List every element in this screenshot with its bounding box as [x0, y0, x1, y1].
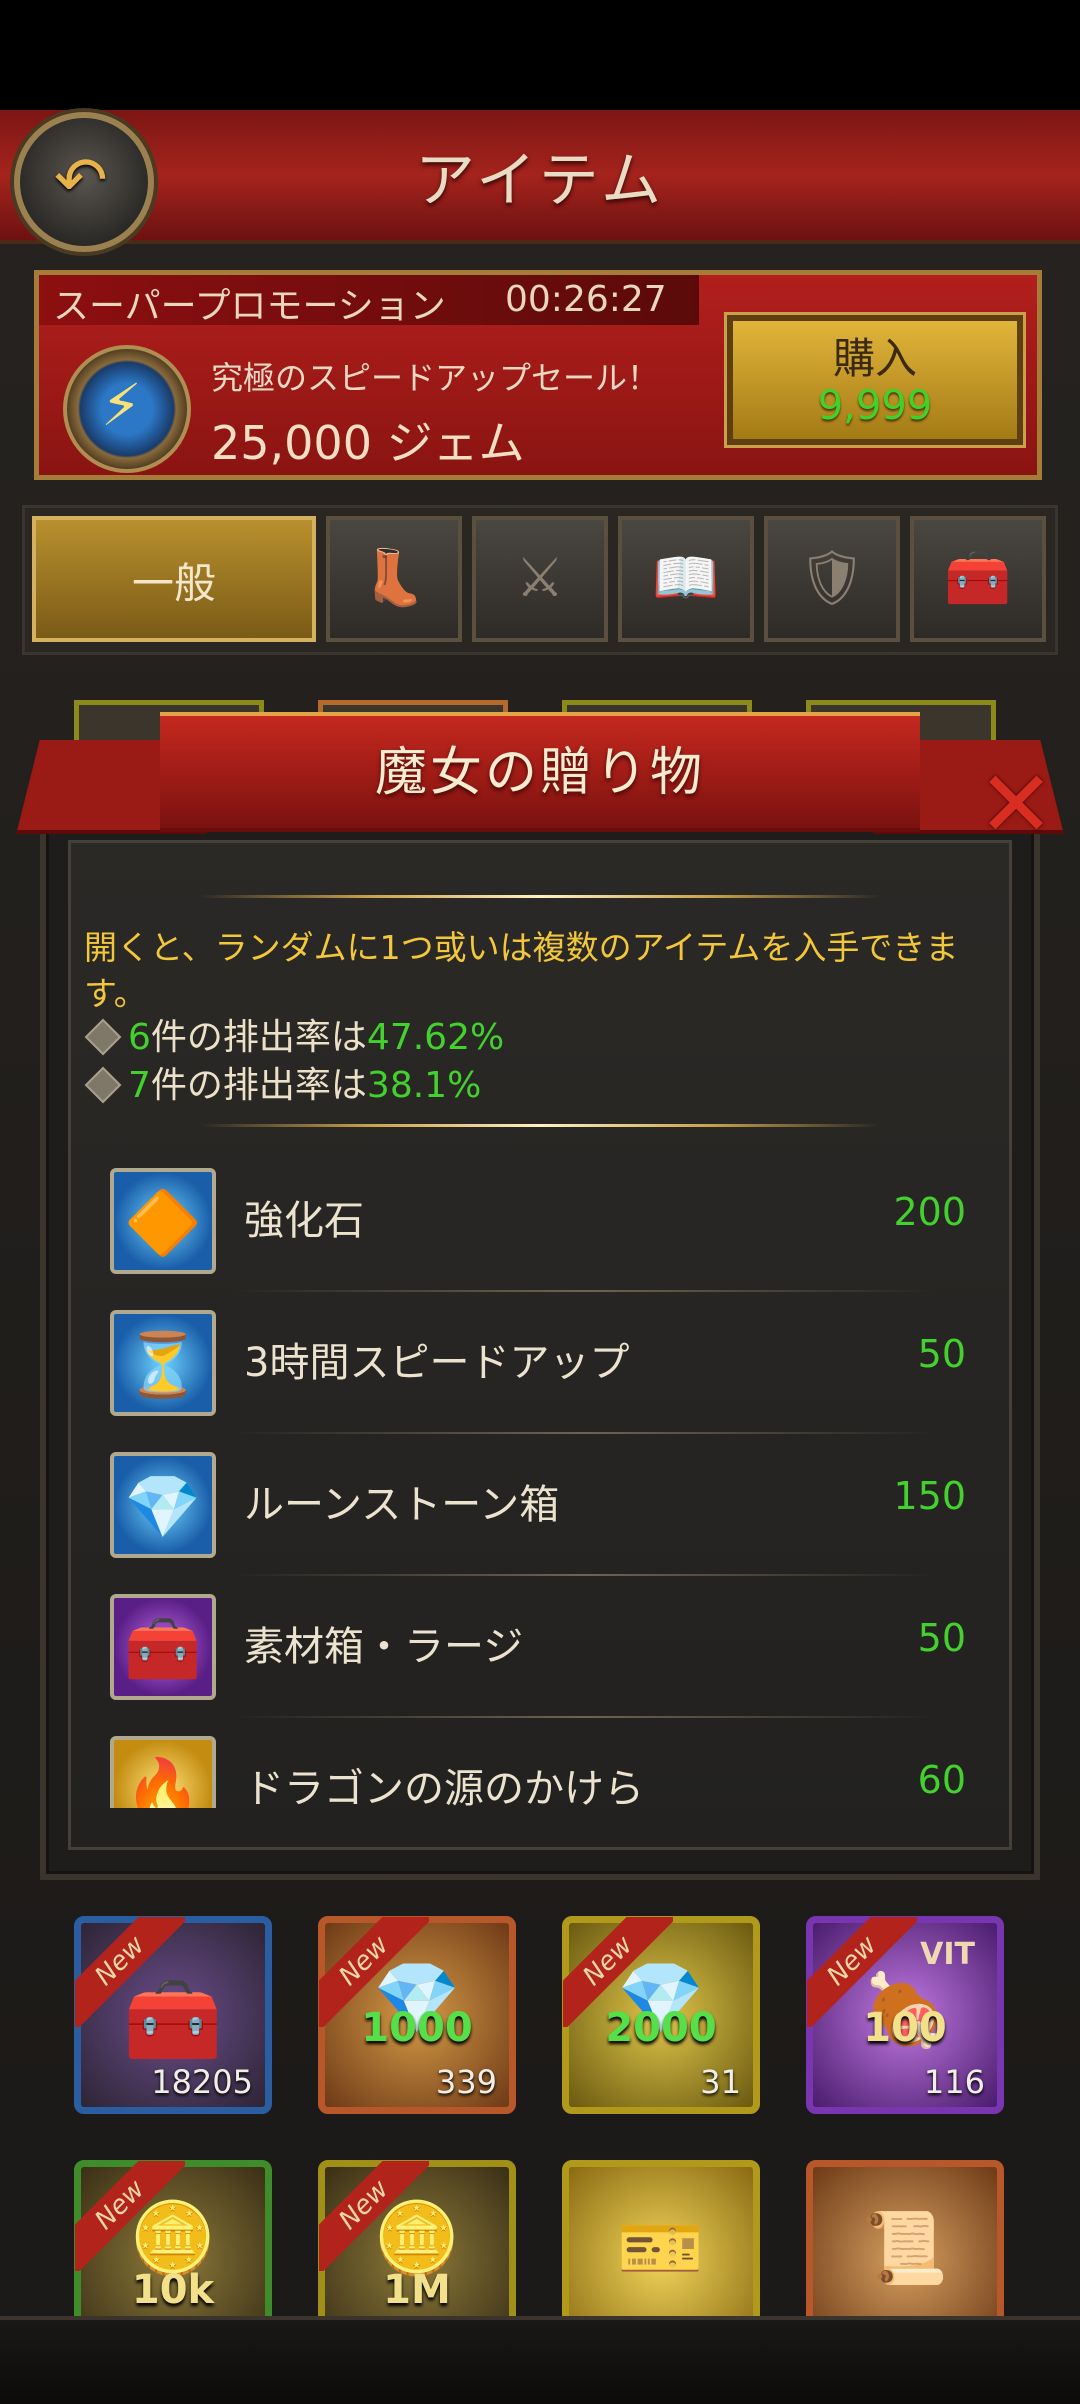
flame-shield-icon: 🛡 [797, 546, 867, 609]
amethyst-chest-icon: 🧰 [123, 1973, 223, 2066]
rune-chest-icon: 💎 [110, 1452, 216, 1558]
slot-count: 31 [700, 2063, 741, 2101]
treasure-chest-icon: 🧰 [110, 1594, 216, 1700]
buy-price: 9,999 [817, 383, 933, 429]
item-name: ドラゴンの源のかけら [244, 1766, 644, 1808]
tab-speedup[interactable]: 👢 [326, 516, 462, 642]
status-bar [0, 0, 1080, 110]
sword-shield-icon: ⚔ [515, 546, 565, 609]
rate-line: 7件の排出率は38.1% [84, 1056, 481, 1108]
tab-general-label: 一般 [131, 559, 216, 608]
boot-icon: 👢 [360, 546, 428, 609]
slot-count: 339 [435, 2063, 497, 2101]
item-count: 200 [893, 1190, 966, 1234]
rate-text: 件の排出率は [150, 1017, 367, 1058]
diamond-bullet-icon [84, 1066, 122, 1104]
enhance-stone-icon: 🔶 [110, 1168, 216, 1274]
tab-books[interactable]: 📖 [618, 516, 754, 642]
promotion-banner: スーパープロモーション 00:26:27 ⚡ 究極のスピードアップセール！ 25… [34, 270, 1042, 480]
close-icon[interactable]: ✕ [976, 759, 1056, 851]
rate-line: 6件の排出率は47.62% [84, 1008, 504, 1060]
tab-crest[interactable]: 🛡 [764, 516, 900, 642]
rate-count: 7 [128, 1065, 151, 1106]
inventory-slot[interactable]: New VIT 🍖 100 116 [806, 1916, 1004, 2114]
tab-combat[interactable]: ⚔ [472, 516, 608, 642]
rate-text: 件の排出率は [150, 1065, 367, 1106]
list-item: 🔶 強化石 200 [84, 1150, 996, 1292]
slot-label: 10k [131, 2267, 215, 2313]
rate-count: 6 [128, 1017, 151, 1058]
item-name: 素材箱・ラージ [244, 1624, 524, 1670]
back-arrow-icon: ↶ [54, 144, 108, 218]
item-count: 150 [893, 1474, 966, 1518]
back-button[interactable]: ↶ [14, 112, 154, 252]
promotion-timer: 00:26:27 [505, 279, 667, 320]
scroll-icon: 📜 [861, 2207, 949, 2289]
slot-tag: VIT [920, 1937, 975, 1972]
item-count: 60 [917, 1758, 966, 1802]
item-name: ルーンストーン箱 [244, 1482, 560, 1528]
slot-label: 1M [383, 2267, 451, 2313]
inventory-slot[interactable]: New 🧰 18205 [74, 1916, 272, 2114]
slot-label: 1000 [361, 2005, 473, 2051]
hourglass-icon: ⏳ [110, 1310, 216, 1416]
promotion-gems: 25,000 ジェム [211, 416, 525, 470]
modal-description: 開くと、ランダムに1つ或いは複数のアイテムを入手できます。 [84, 928, 959, 1013]
inventory-slot[interactable]: New 💎 2000 31 [562, 1916, 760, 2114]
list-item: 💎 ルーンストーン箱 150 [84, 1434, 996, 1576]
page: アイテム ↶ スーパープロモーション 00:26:27 ⚡ 究極のスピードアップ… [0, 0, 1080, 2404]
list-item: 🧰 素材箱・ラージ 50 [84, 1576, 996, 1718]
item-count: 50 [917, 1616, 966, 1660]
speedup-emblem-icon: ⚡ [63, 345, 191, 473]
slot-count: 116 [923, 2063, 985, 2101]
tab-chest[interactable]: 🧰 [910, 516, 1046, 642]
item-name: 強化石 [244, 1198, 364, 1244]
divider [200, 1124, 880, 1127]
promotion-label-bar: スーパープロモーション 00:26:27 [39, 275, 699, 327]
rate-percent: 38.1% [366, 1065, 482, 1106]
ticket-icon: 🎫 [617, 2207, 705, 2289]
slot-count: 18205 [151, 2063, 253, 2101]
list-item: ⏳ 3時間スピードアップ 50 [84, 1292, 996, 1434]
dragon-shard-icon: 🔥 [110, 1736, 216, 1808]
modal-title: 魔女の贈り物 [374, 743, 705, 803]
slot-label: 100 [863, 2005, 947, 2051]
buy-button[interactable]: 購入 9,999 [727, 315, 1023, 445]
header: アイテム [0, 110, 1080, 244]
slot-label: 2000 [605, 2005, 717, 2051]
bottom-bar [0, 2316, 1080, 2404]
chest-icon: 🧰 [944, 546, 1012, 609]
item-count: 50 [917, 1332, 966, 1376]
page-title: アイテム [415, 146, 665, 216]
tab-general[interactable]: 一般 [32, 516, 316, 642]
item-name: 3時間スピードアップ [244, 1340, 630, 1386]
inventory-slot[interactable]: New 💎 1000 339 [318, 1916, 516, 2114]
divider [200, 895, 880, 898]
rate-percent: 47.62% [366, 1017, 505, 1058]
reward-list[interactable]: 🔶 強化石 200 ⏳ 3時間スピードアップ 50 💎 ルーンストーン箱 150… [84, 1150, 996, 1808]
diamond-bullet-icon [84, 1018, 122, 1056]
buy-label: 購入 [832, 334, 917, 383]
promotion-subtitle: 究極のスピードアップセール！ [211, 359, 660, 397]
list-item: 🔥 ドラゴンの源のかけら 60 [84, 1718, 996, 1808]
book-icon: 📖 [652, 546, 720, 609]
promotion-label: スーパープロモーション [53, 286, 446, 327]
